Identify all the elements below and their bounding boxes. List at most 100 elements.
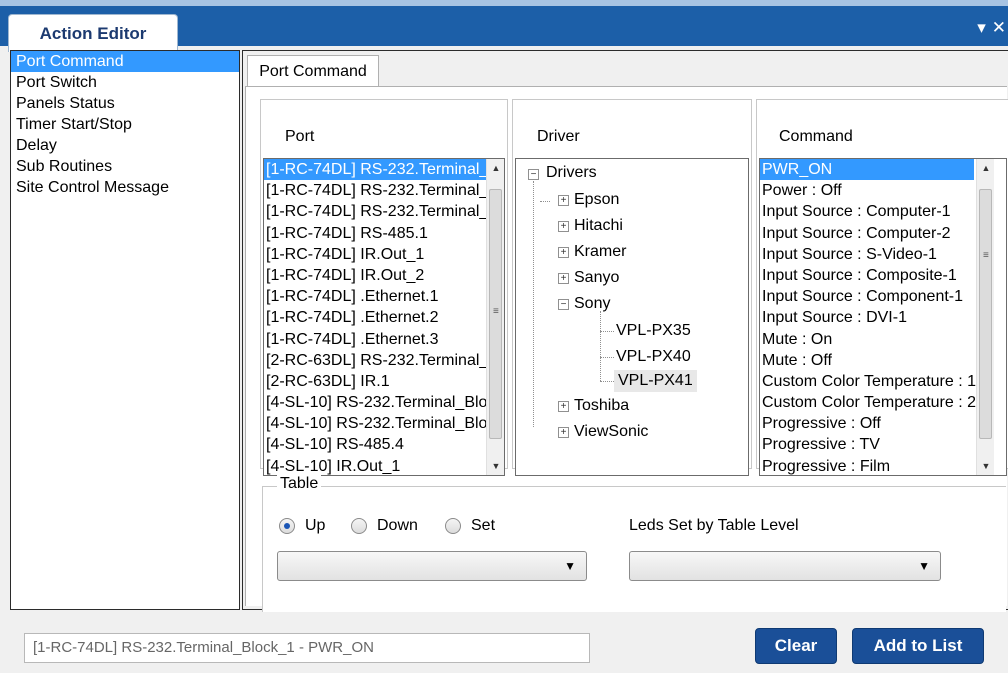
command-item[interactable]: PWR_ON: [760, 159, 974, 181]
scroll-thumb[interactable]: ≡: [489, 189, 502, 439]
driver-title: Driver: [537, 128, 580, 145]
scroll-down-icon[interactable]: ▼: [487, 457, 504, 475]
command-item[interactable]: Custom Color Temperature : 1: [760, 371, 1006, 392]
tree-node-vpl-px40[interactable]: VPL-PX40: [616, 346, 691, 368]
command-item[interactable]: Mute : Off: [760, 350, 1006, 371]
clear-button[interactable]: Clear: [755, 628, 837, 664]
chevron-down-icon: ▼: [918, 559, 930, 573]
tree-line: [533, 181, 534, 427]
tree-node-epson[interactable]: Epson: [574, 189, 619, 211]
tab-port-command[interactable]: Port Command: [247, 55, 379, 87]
leds-select[interactable]: ▼: [629, 551, 941, 581]
tree-node-hitachi[interactable]: Hitachi: [574, 215, 623, 237]
port-list[interactable]: [1-RC-74DL] RS-232.Terminal_Block_1 [1-R…: [263, 158, 505, 476]
command-scrollbar[interactable]: ▲ ≡ ▼: [976, 159, 994, 475]
command-item[interactable]: Custom Color Temperature : 2: [760, 392, 1006, 413]
table-select[interactable]: ▼: [277, 551, 587, 581]
expand-icon[interactable]: +: [558, 247, 569, 258]
action-item-port-command[interactable]: Port Command: [11, 51, 239, 72]
dropdown-arrow-icon[interactable]: ▾: [977, 18, 986, 38]
port-item[interactable]: [1-RC-74DL] .Ethernet.1: [264, 286, 504, 307]
driver-tree[interactable]: − Drivers + Epson + Hitachi + Kramer + S…: [515, 158, 749, 476]
tree-node-toshiba[interactable]: Toshiba: [574, 395, 629, 417]
port-item[interactable]: [1-RC-74DL] RS-232.Terminal_Block_1: [264, 159, 504, 181]
collapse-icon[interactable]: −: [558, 299, 569, 310]
command-item[interactable]: Input Source : Component-1: [760, 286, 1006, 307]
tree-node-vpl-px35[interactable]: VPL-PX35: [616, 320, 691, 342]
tree-node-kramer[interactable]: Kramer: [574, 241, 626, 263]
expand-icon[interactable]: +: [558, 273, 569, 284]
tree-node-sanyo[interactable]: Sanyo: [574, 267, 619, 289]
scroll-down-icon[interactable]: ▼: [977, 457, 995, 475]
action-item-delay[interactable]: Delay: [11, 135, 239, 156]
tree-line: [540, 201, 550, 202]
action-item-site-control-message[interactable]: Site Control Message: [11, 177, 239, 198]
radio-down-label: Down: [377, 517, 418, 534]
port-item[interactable]: [1-RC-74DL] IR.Out_2: [264, 265, 504, 286]
close-icon[interactable]: ✕: [992, 18, 1006, 38]
command-summary-field[interactable]: [1-RC-74DL] RS-232.Terminal_Block_1 - PW…: [24, 633, 590, 663]
expand-icon[interactable]: +: [558, 221, 569, 232]
port-title: Port: [285, 128, 315, 145]
command-list[interactable]: PWR_ON Power : Off Input Source : Comput…: [759, 158, 1007, 476]
radio-up[interactable]: Up: [279, 517, 325, 535]
footer-bar: [1-RC-74DL] RS-232.Terminal_Block_1 - PW…: [0, 612, 1008, 673]
command-title: Command: [779, 128, 853, 145]
expand-icon[interactable]: +: [558, 401, 569, 412]
add-to-list-button[interactable]: Add to List: [852, 628, 984, 664]
port-item[interactable]: [1-RC-74DL] .Ethernet.2: [264, 307, 504, 328]
radio-checked-icon[interactable]: [279, 518, 295, 534]
action-type-list[interactable]: Port Command Port Switch Panels Status T…: [10, 50, 240, 610]
tree-node-sony[interactable]: Sony: [574, 293, 610, 315]
command-item[interactable]: Mute : On: [760, 329, 1006, 350]
radio-up-label: Up: [305, 517, 326, 534]
port-item[interactable]: [1-RC-74DL] RS-485.1: [264, 223, 504, 244]
command-item[interactable]: Progressive : TV: [760, 434, 1006, 455]
radio-set-label: Set: [471, 517, 496, 534]
scroll-up-icon[interactable]: ▲: [977, 159, 995, 177]
action-item-port-switch[interactable]: Port Switch: [11, 72, 239, 93]
command-item[interactable]: Progressive : Off: [760, 413, 1006, 434]
action-item-sub-routines[interactable]: Sub Routines: [11, 156, 239, 177]
expand-icon[interactable]: +: [558, 195, 569, 206]
title-bar: Action Editor ▾ ✕: [0, 0, 1008, 52]
window-tab[interactable]: Action Editor: [8, 14, 178, 52]
command-item[interactable]: Progressive : Film: [760, 456, 1006, 475]
tree-node-vpl-px41[interactable]: VPL-PX41: [614, 370, 697, 392]
port-item[interactable]: [4-SL-10] IR.Out_1: [264, 456, 504, 475]
command-item[interactable]: Input Source : DVI-1: [760, 307, 1006, 328]
port-item[interactable]: [1-RC-74DL] .Ethernet.3: [264, 329, 504, 350]
command-item[interactable]: Power : Off: [760, 180, 1006, 201]
port-scrollbar[interactable]: ▲ ≡ ▼: [486, 159, 504, 475]
tree-node-drivers[interactable]: Drivers: [546, 162, 597, 184]
port-item[interactable]: [4-SL-10] RS-232.Terminal_Block_2: [264, 413, 504, 434]
scroll-up-icon[interactable]: ▲: [487, 159, 504, 177]
command-item[interactable]: Input Source : Computer-1: [760, 201, 1006, 222]
action-item-timer-start-stop[interactable]: Timer Start/Stop: [11, 114, 239, 135]
radio-down[interactable]: Down: [351, 517, 418, 535]
expand-icon[interactable]: +: [558, 427, 569, 438]
command-item[interactable]: Input Source : S-Video-1: [760, 244, 1006, 265]
table-title: Table: [277, 475, 322, 493]
port-item[interactable]: [4-SL-10] RS-485.4: [264, 434, 504, 455]
port-item[interactable]: [2-RC-63DL] RS-232.Terminal_Block_1: [264, 350, 504, 371]
scroll-thumb[interactable]: ≡: [979, 189, 992, 439]
collapse-icon[interactable]: −: [528, 169, 539, 180]
window-title: Action Editor: [39, 23, 147, 43]
port-item[interactable]: [1-RC-74DL] RS-232.Terminal_Block_2: [264, 180, 504, 201]
port-item[interactable]: [4-SL-10] RS-232.Terminal_Block_1: [264, 392, 504, 413]
command-group: Command PWR_ON Power : Off Input Source …: [756, 99, 1008, 476]
port-item[interactable]: [1-RC-74DL] RS-232.Terminal_Block_3: [264, 201, 504, 222]
port-item[interactable]: [2-RC-63DL] IR.1: [264, 371, 504, 392]
port-item[interactable]: [1-RC-74DL] IR.Out_1: [264, 244, 504, 265]
command-item[interactable]: Input Source : Composite-1: [760, 265, 1006, 286]
leds-label: Leds Set by Table Level: [629, 517, 799, 534]
command-item[interactable]: Input Source : Computer-2: [760, 223, 1006, 244]
action-item-panels-status[interactable]: Panels Status: [11, 93, 239, 114]
tree-line: [600, 357, 614, 358]
radio-set[interactable]: Set: [445, 517, 495, 535]
radio-unchecked-icon[interactable]: [445, 518, 461, 534]
grip-icon: ≡: [983, 250, 989, 261]
tree-node-viewsonic[interactable]: ViewSonic: [574, 421, 648, 443]
radio-unchecked-icon[interactable]: [351, 518, 367, 534]
